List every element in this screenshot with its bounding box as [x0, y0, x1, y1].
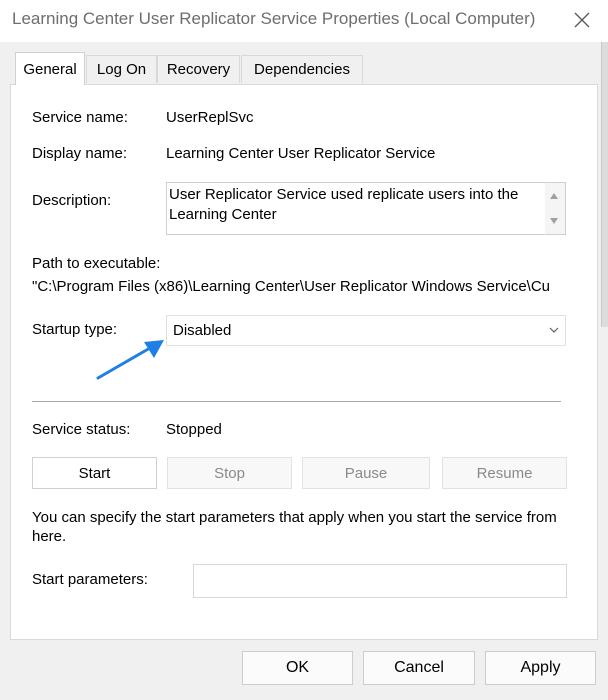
- description-label: Description:: [32, 192, 112, 209]
- description-text: User Replicator Service used replicate u…: [169, 186, 519, 223]
- service-status-value: Stopped: [166, 421, 222, 438]
- title-bar: Learning Center User Replicator Service …: [0, 0, 608, 42]
- path-field: "C:\Program Files (x86)\Learning Center\…: [32, 278, 566, 300]
- apply-button[interactable]: Apply: [485, 651, 596, 685]
- close-button[interactable]: [560, 0, 604, 40]
- service-status-label: Service status:: [32, 421, 131, 438]
- service-name-value: UserReplSvc: [166, 109, 254, 126]
- tab-recovery[interactable]: Recovery: [157, 55, 240, 83]
- startup-type-value: Disabled: [173, 322, 232, 339]
- apply-button-label: Apply: [520, 659, 561, 676]
- display-name-label: Display name:: [32, 145, 128, 162]
- cancel-button[interactable]: Cancel: [363, 651, 475, 685]
- description-scrollbar[interactable]: [545, 183, 565, 234]
- tab-recovery-label: Recovery: [166, 61, 231, 78]
- ok-button[interactable]: OK: [242, 651, 353, 685]
- start-params-info: You can specify the start parameters tha…: [32, 509, 557, 545]
- description-box[interactable]: User Replicator Service used replicate u…: [166, 182, 566, 235]
- startup-type-select[interactable]: Disabled: [166, 315, 566, 346]
- resume-button-label: Resume: [476, 464, 533, 482]
- cancel-button-label: Cancel: [394, 659, 444, 676]
- ok-button-label: OK: [285, 659, 310, 676]
- tab-general-label: General: [23, 60, 77, 78]
- start-button[interactable]: Start: [32, 457, 157, 489]
- chevron-down-icon: [549, 327, 559, 333]
- path-value: "C:\Program Files (x86)\Learning Center\…: [32, 278, 551, 295]
- pause-button[interactable]: Pause: [302, 457, 430, 489]
- scroll-up-icon[interactable]: [550, 193, 558, 199]
- tab-dependencies-label: Dependencies: [254, 61, 350, 78]
- start-params-label: Start parameters:: [32, 571, 148, 588]
- start-button-label: Start: [78, 464, 111, 482]
- arrow-annotation-icon: [96, 340, 164, 380]
- stop-button[interactable]: Stop: [167, 457, 292, 489]
- section-divider: [32, 401, 561, 402]
- background-window-edge: [601, 42, 608, 327]
- close-icon: [574, 12, 590, 28]
- start-params-input[interactable]: [193, 564, 567, 598]
- pause-button-label: Pause: [344, 464, 388, 482]
- tab-dependencies[interactable]: Dependencies: [241, 55, 363, 83]
- tab-log-on-label: Log On: [96, 61, 147, 78]
- tab-general[interactable]: General: [15, 52, 85, 85]
- scroll-down-icon[interactable]: [550, 218, 558, 224]
- tab-log-on[interactable]: Log On: [86, 55, 157, 83]
- service-name-label: Service name:: [32, 109, 128, 126]
- window-title: Learning Center User Replicator Service …: [12, 9, 536, 28]
- resume-button[interactable]: Resume: [442, 457, 567, 489]
- path-label: Path to executable:: [32, 255, 161, 272]
- stop-button-label: Stop: [214, 464, 245, 482]
- display-name-value: Learning Center User Replicator Service: [166, 145, 436, 162]
